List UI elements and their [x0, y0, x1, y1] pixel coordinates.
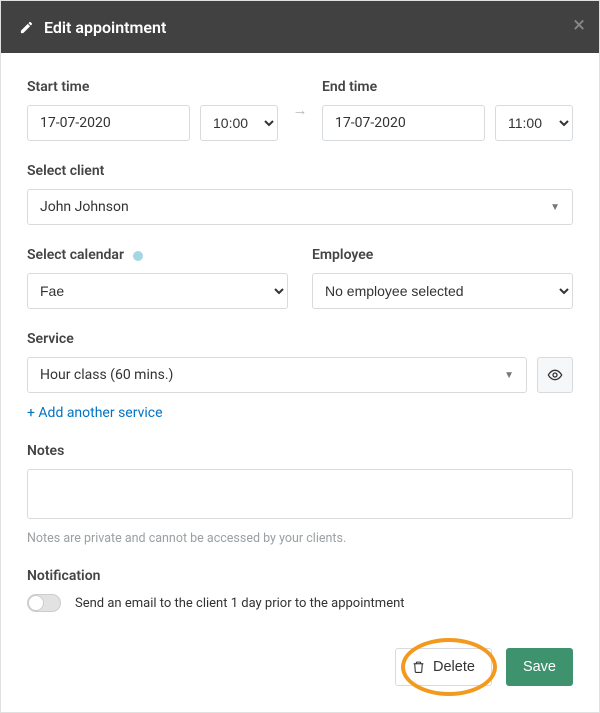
start-date-input[interactable]: 17-07-2020 [27, 105, 190, 141]
time-row: Start time 17-07-2020 10:00 → End time 1… [27, 79, 573, 141]
notes-textarea[interactable] [27, 469, 573, 519]
modal-title: Edit appointment [44, 18, 166, 37]
calendar-select[interactable]: Fae [27, 273, 288, 309]
modal-header: Edit appointment × [1, 1, 599, 53]
start-time-select[interactable]: 10:00 [200, 105, 278, 141]
trash-icon [412, 660, 425, 674]
delete-button[interactable]: Delete [395, 648, 492, 686]
notification-toggle[interactable] [27, 594, 61, 612]
client-value: John Johnson [40, 199, 129, 215]
client-section: Select client John Johnson ▼ [27, 163, 573, 225]
view-service-button[interactable] [537, 357, 573, 393]
end-time-label: End time [322, 79, 573, 95]
client-select[interactable]: John Johnson ▼ [27, 189, 573, 225]
notes-section: Notes Notes are private and cannot be ac… [27, 443, 573, 546]
pencil-icon [19, 20, 34, 35]
employee-section: Employee No employee selected [312, 247, 573, 309]
close-icon[interactable]: × [573, 15, 585, 37]
eye-icon [547, 367, 563, 383]
chevron-down-icon: ▼ [550, 202, 560, 213]
notification-text: Send an email to the client 1 day prior … [75, 596, 405, 611]
chevron-down-icon: ▼ [504, 370, 514, 381]
employee-select[interactable]: No employee selected [312, 273, 573, 309]
calendar-section: Select calendar Fae [27, 247, 288, 309]
service-select[interactable]: Hour class (60 mins.) ▼ [27, 357, 527, 393]
calendar-color-dot [133, 251, 143, 261]
service-section: Service Hour class (60 mins.) ▼ + Add an… [27, 331, 573, 421]
footer: Delete Save [27, 648, 573, 686]
notification-label: Notification [27, 568, 573, 584]
save-button[interactable]: Save [506, 648, 573, 686]
edit-appointment-modal: Edit appointment × Start time 17-07-2020… [0, 0, 600, 713]
arrow-right-icon: → [278, 101, 322, 119]
toggle-knob [28, 595, 44, 611]
notes-label: Notes [27, 443, 573, 459]
end-time-select[interactable]: 11:00 [495, 105, 573, 141]
delete-button-label: Delete [433, 659, 475, 675]
service-value: Hour class (60 mins.) [40, 367, 173, 383]
end-time-group: End time 17-07-2020 11:00 [322, 79, 573, 141]
start-time-label: Start time [27, 79, 278, 95]
employee-label: Employee [312, 247, 573, 263]
notes-help-text: Notes are private and cannot be accessed… [27, 531, 573, 546]
notification-section: Notification Send an email to the client… [27, 568, 573, 612]
service-label: Service [27, 331, 573, 347]
client-label: Select client [27, 163, 573, 179]
add-service-link[interactable]: + Add another service [27, 405, 163, 421]
end-date-input[interactable]: 17-07-2020 [322, 105, 485, 141]
calendar-label: Select calendar [27, 247, 288, 263]
start-time-group: Start time 17-07-2020 10:00 [27, 79, 278, 141]
save-button-label: Save [523, 659, 556, 675]
modal-body: Start time 17-07-2020 10:00 → End time 1… [1, 53, 599, 712]
